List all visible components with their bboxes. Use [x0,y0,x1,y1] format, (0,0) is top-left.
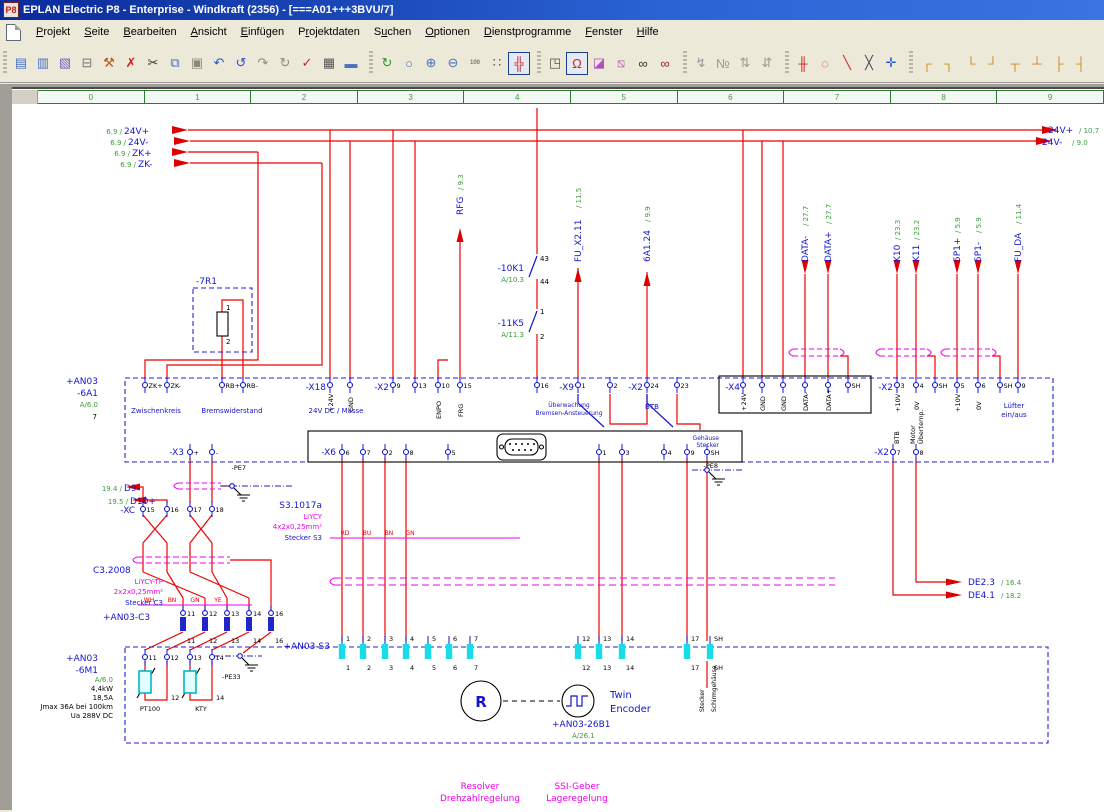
import-page-icon[interactable]: ▧ [54,52,76,75]
eplan-app-icon: P8 [3,2,19,18]
delete-icon[interactable]: ✗ [120,52,142,75]
connection-cross-icon[interactable]: ╳ [858,52,880,75]
connection-diagonal-icon[interactable]: ╲ [836,52,858,75]
menu-item-fenster[interactable]: Fenster [578,23,629,41]
t-node-left-icon[interactable]: ┤ [1070,52,1092,75]
connection-circle-icon[interactable]: ◌ [814,52,836,75]
select-area-icon[interactable]: ◳ [544,52,566,75]
open-page-icon[interactable]: ▥ [32,52,54,75]
cut-scissors-icon[interactable]: ✂ [142,52,164,75]
copy-icon[interactable]: ⧉ [164,52,186,75]
menu-item-seite[interactable]: Seite [77,23,116,41]
zoom-100-icon[interactable]: 100 [464,52,486,75]
toolbar: ▤▥▧⊟⚒✗✂⧉▣↶↺↷↻✓▦▬↻○⊕⊖100∷╬◳Ω◪⧅∞∞↯№⇅⇵╫◌╲╳✛… [0,44,1104,83]
schematic-page[interactable]: 0123456789 [12,87,1104,812]
mdi-document-icon[interactable] [6,24,21,41]
undo-icon[interactable]: ↶ [208,52,230,75]
t-node-down-icon[interactable]: ┬ [1004,52,1026,75]
ruler-column-4: 4 [464,90,571,104]
corner-up-right-icon[interactable]: └ [960,52,982,75]
corner-down-right-icon[interactable]: ┌ [916,52,938,75]
ruler-corner [12,90,38,104]
multi-layer-icon[interactable]: ⧅ [610,52,632,75]
column-ruler: 0123456789 [12,90,1104,104]
menu-item-bearbeiten[interactable]: Bearbeiten [116,23,183,41]
menu-item-ansicht[interactable]: Ansicht [184,23,234,41]
snap-grid-icon[interactable]: ╬ [508,52,530,75]
print-icon[interactable]: ⊟ [76,52,98,75]
paste-icon[interactable]: ▣ [186,52,208,75]
ruler-column-2: 2 [251,90,358,104]
graphic-preview-icon[interactable]: ▬ [340,52,362,75]
toolbar-group: ▤▥▧⊟⚒✗✂⧉▣↶↺↷↻✓▦▬ [10,52,362,75]
search-go-icon[interactable]: ∞ [654,52,676,75]
workspace: 0123456789 [0,84,1104,810]
corner-up-left-icon[interactable]: ┘ [982,52,1004,75]
menu-bar: ProjektSeiteBearbeitenAnsichtEinfügenPro… [0,20,1104,45]
t-node-up-icon[interactable]: ┴ [1026,52,1048,75]
undo-list-icon[interactable]: ↺ [230,52,252,75]
toolbar-grip [909,51,913,75]
table-view-icon[interactable]: ▦ [318,52,340,75]
insert-points-icon[interactable]: ∷ [486,52,508,75]
ruler-column-0: 0 [38,90,145,104]
verify-document-icon[interactable]: ✓ [296,52,318,75]
search-binoculars-icon[interactable]: ∞ [632,52,654,75]
toolbar-grip [785,51,789,75]
ruler-column-3: 3 [358,90,465,104]
polygon-select-icon[interactable]: ◪ [588,52,610,75]
terminal-numbers-icon[interactable]: ⇵ [756,52,778,75]
toolbar-group: ┌┐└┘┬┴├┤ [916,52,1092,75]
menu-item-projekt[interactable]: Projekt [29,23,77,41]
ruler-column-9: 9 [997,90,1104,104]
zoom-in-icon[interactable]: ⊕ [420,52,442,75]
corner-down-left-icon[interactable]: ┐ [938,52,960,75]
menu-item-projektdaten[interactable]: Projektdaten [291,23,367,41]
toolbar-group: ╫◌╲╳✛ [792,52,902,75]
toolbar-grip [537,51,541,75]
toolbar-grip [683,51,687,75]
settings-wrench-icon[interactable]: ⚒ [98,52,120,75]
title-bar: P8 EPLAN Electric P8 - Enterprise - Wind… [0,0,1104,20]
insert-symbol-icon[interactable]: ↯ [690,52,712,75]
renumber-icon[interactable]: № [712,52,734,75]
toolbar-group: ↻○⊕⊖100∷╬ [376,52,530,75]
menu-item-optionen[interactable]: Optionen [418,23,477,41]
redo-list-icon[interactable]: ↻ [274,52,296,75]
window-title: EPLAN Electric P8 - Enterprise - Windkra… [23,4,393,16]
redo-icon[interactable]: ↷ [252,52,274,75]
zoom-window-icon[interactable]: Ω [566,52,588,75]
ruler-column-7: 7 [784,90,891,104]
zoom-lens-icon[interactable]: ○ [398,52,420,75]
contact-image-icon[interactable]: ⇅ [734,52,756,75]
menu-item-dienstprogramme[interactable]: Dienstprogramme [477,23,578,41]
connection-parallel-icon[interactable]: ╫ [792,52,814,75]
menu-item-hilfe[interactable]: Hilfe [630,23,666,41]
toolbar-group: ↯№⇅⇵ [690,52,778,75]
connection-point-icon[interactable]: ✛ [880,52,902,75]
ruler-column-8: 8 [891,90,998,104]
toolbar-grip [3,51,7,75]
menu-item-einfügen[interactable]: Einfügen [234,23,291,41]
new-page-icon[interactable]: ▤ [10,52,32,75]
update-view-icon[interactable]: ↻ [376,52,398,75]
ruler-column-6: 6 [678,90,785,104]
ruler-column-1: 1 [145,90,252,104]
toolbar-grip [369,51,373,75]
menu-item-suchen[interactable]: Suchen [367,23,418,41]
t-node-right-icon[interactable]: ├ [1048,52,1070,75]
ruler-column-5: 5 [571,90,678,104]
toolbar-group: ◳Ω◪⧅∞∞ [544,52,676,75]
zoom-out-icon[interactable]: ⊖ [442,52,464,75]
